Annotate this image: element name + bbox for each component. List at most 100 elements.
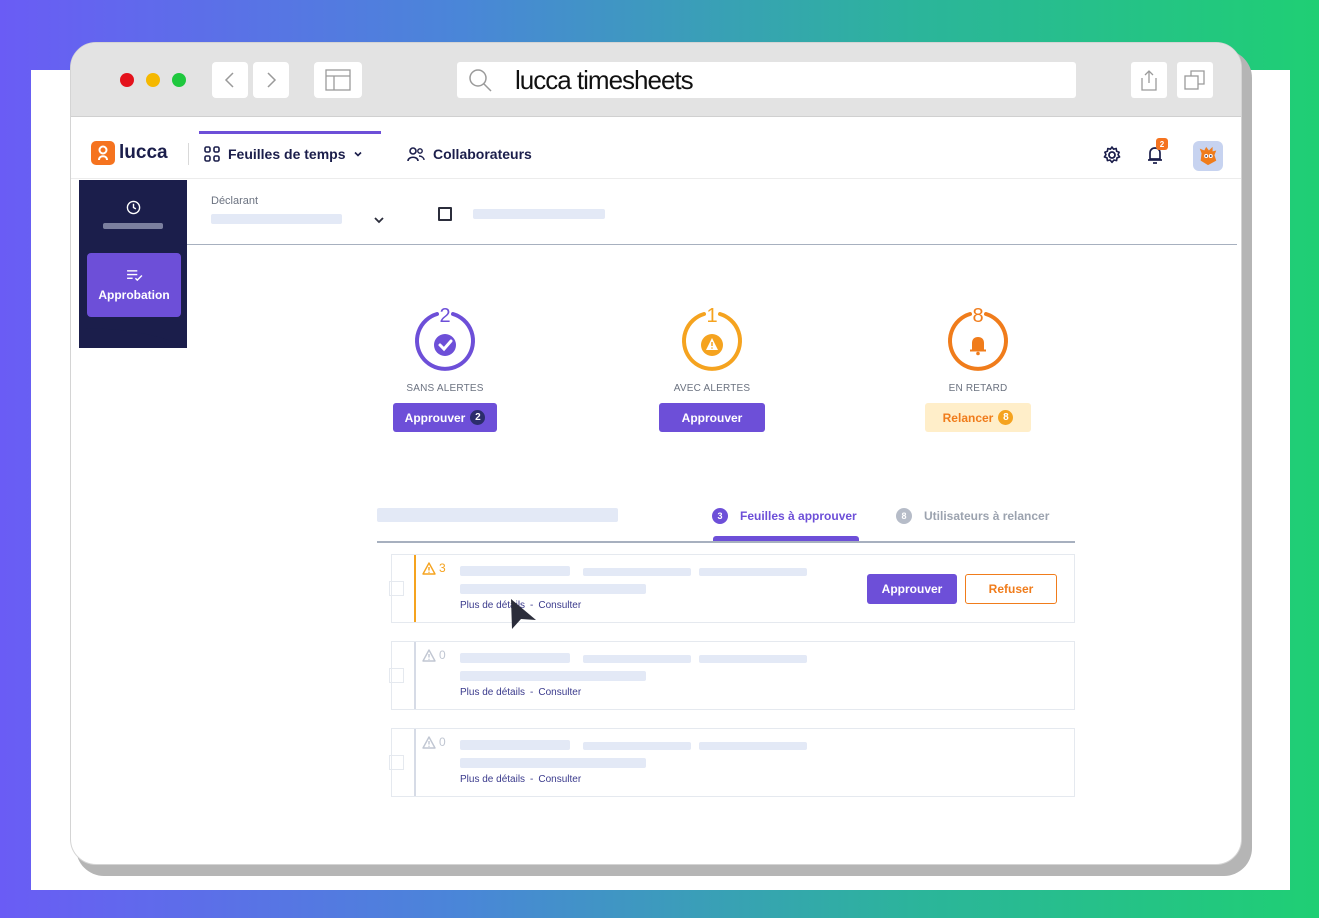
stat-with-alerts-caption: AVEC ALERTES [673, 383, 751, 394]
tabs-icon [1184, 70, 1205, 90]
approve-with-alerts-label: Approuver [681, 410, 743, 425]
avatar-icon [1199, 146, 1217, 166]
nav-tab-collaborators[interactable]: Collaborateurs [407, 135, 532, 173]
row-details-link[interactable]: Plus de détails [460, 687, 525, 698]
sidebar-toggle-button[interactable] [314, 62, 362, 98]
bell-circle-icon: 8 [948, 305, 1008, 371]
row-period-placeholder [583, 742, 691, 750]
row-warning-count: 0 [422, 648, 446, 662]
declarant-select[interactable] [211, 214, 342, 224]
sidebar-item-time[interactable] [79, 200, 187, 229]
lucca-logo[interactable]: lucca [91, 141, 168, 165]
stat-with-alerts-count: 1 [706, 305, 717, 327]
avatar[interactable] [1193, 141, 1223, 171]
row-name-placeholder [460, 653, 570, 663]
row-details-link[interactable]: Plus de détails [460, 774, 525, 785]
logo-text: lucca [119, 142, 168, 163]
row-hours-placeholder [699, 568, 807, 576]
nav-tab-collaborators-label: Collaborateurs [433, 146, 532, 162]
row-hours-placeholder [699, 655, 807, 663]
users-icon [407, 147, 425, 162]
row-approve-label: Approuver [881, 582, 943, 596]
row-checkbox[interactable] [389, 668, 404, 683]
row-consult-link[interactable]: Consulter [538, 600, 581, 611]
row-links: Plus de détails - Consulter [460, 774, 581, 785]
row-link-separator: - [530, 774, 534, 785]
row-warning-number: 0 [439, 735, 446, 749]
row-checkbox[interactable] [389, 755, 404, 770]
row-status-bar [414, 642, 416, 709]
minimize-window-button[interactable] [146, 73, 160, 87]
notifications-button[interactable]: 2 [1142, 138, 1168, 168]
share-button[interactable] [1131, 62, 1167, 98]
remind-button[interactable]: Relancer 8 [924, 403, 1032, 432]
row-refuse-button[interactable]: Refuser [965, 574, 1057, 604]
close-window-button[interactable] [120, 73, 134, 87]
row-period-placeholder [583, 568, 691, 576]
row-consult-link[interactable]: Consulter [538, 687, 581, 698]
sidebar-item-time-label-placeholder [103, 223, 163, 229]
url-text: lucca timesheets [515, 64, 694, 95]
mouse-cursor-icon [511, 599, 536, 629]
sidebar-item-approval[interactable]: Approbation [87, 253, 181, 317]
nav-tab-timesheets-label: Feuilles de temps [228, 146, 346, 162]
sidebar-icon [325, 69, 351, 91]
tab-users-to-remind[interactable]: 8 Utilisateurs à relancer [896, 503, 1049, 529]
tabs-overview-button[interactable] [1177, 62, 1213, 98]
filter-bar: Déclarant [187, 180, 1237, 245]
row-consult-link[interactable]: Consulter [538, 774, 581, 785]
approve-all-button[interactable]: Approuver 2 [392, 403, 498, 432]
stat-without-alerts-count: 2 [439, 305, 450, 327]
stat-without-alerts-caption: SANS ALERTES [406, 383, 484, 394]
stat-without-alerts: 2 SANS ALERTES Approuver 2 [370, 305, 520, 432]
header-divider [188, 143, 189, 165]
forward-button[interactable] [253, 62, 289, 98]
row-detail-placeholder [460, 758, 646, 768]
declarant-label: Déclarant [211, 195, 259, 207]
nav-tab-timesheets[interactable]: Feuilles de temps [198, 131, 382, 173]
list-check-icon [126, 269, 142, 281]
tab-users-to-remind-count: 8 [896, 508, 912, 524]
tab-sheets-to-approve-count: 3 [712, 508, 728, 524]
sidebar-item-approval-label: Approbation [98, 287, 170, 302]
settings-button[interactable] [1099, 142, 1125, 168]
back-button[interactable] [212, 62, 248, 98]
share-icon [1141, 70, 1157, 91]
stat-with-alerts: 1 AVEC ALERTES Approuver [637, 305, 787, 432]
chevron-left-icon [224, 72, 234, 88]
browser-toolbar: lucca timesheets [71, 43, 1241, 117]
timesheet-row[interactable]: 3 Plus de détails - Consulter Approuver Re… [389, 554, 1075, 623]
row-checkbox[interactable] [389, 581, 404, 596]
timesheet-row[interactable]: 0 Plus de détails - Consulter [389, 728, 1075, 797]
approve-all-count: 2 [470, 410, 486, 425]
maximize-window-button[interactable] [172, 73, 186, 87]
filter-checkbox-label-placeholder [473, 209, 605, 219]
row-warning-count: 3 [422, 561, 446, 575]
app-header: lucca Feuilles de temps Collaborateurs 2 [71, 117, 1241, 179]
filter-checkbox[interactable] [438, 207, 452, 221]
stat-late: 8 EN RETARD Relancer 8 [903, 305, 1053, 432]
row-link-separator: - [530, 687, 534, 698]
warning-circle-icon: 1 [682, 305, 742, 371]
row-approve-button[interactable]: Approuver [867, 574, 957, 604]
chevron-down-icon[interactable] [373, 214, 385, 226]
browser-window: lucca timesheets lucca Feuilles de temps… [70, 42, 1242, 865]
tab-sheets-to-approve[interactable]: 3 Feuilles à approuver [712, 503, 857, 529]
row-warning-count: 0 [422, 735, 446, 749]
row-status-bar [414, 729, 416, 796]
warning-icon [422, 648, 436, 662]
approve-with-alerts-button[interactable]: Approuver [658, 403, 766, 432]
tab-sheets-to-approve-label: Feuilles à approuver [740, 509, 857, 523]
tabs-divider [377, 541, 1075, 543]
tabs: 3 Feuilles à approuver 8 Utilisateurs à … [71, 501, 1241, 541]
search-icon [469, 69, 492, 92]
timesheet-row[interactable]: 0 Plus de détails - Consulter [389, 641, 1075, 710]
warning-icon [422, 735, 436, 749]
stat-late-count: 8 [972, 305, 983, 327]
address-bar[interactable]: lucca timesheets [457, 62, 1076, 98]
tab-users-to-remind-label: Utilisateurs à relancer [924, 509, 1050, 523]
row-detail-placeholder [460, 584, 646, 594]
row-links: Plus de détails - Consulter [460, 687, 581, 698]
gear-icon [1103, 146, 1121, 164]
row-name-placeholder [460, 566, 570, 576]
